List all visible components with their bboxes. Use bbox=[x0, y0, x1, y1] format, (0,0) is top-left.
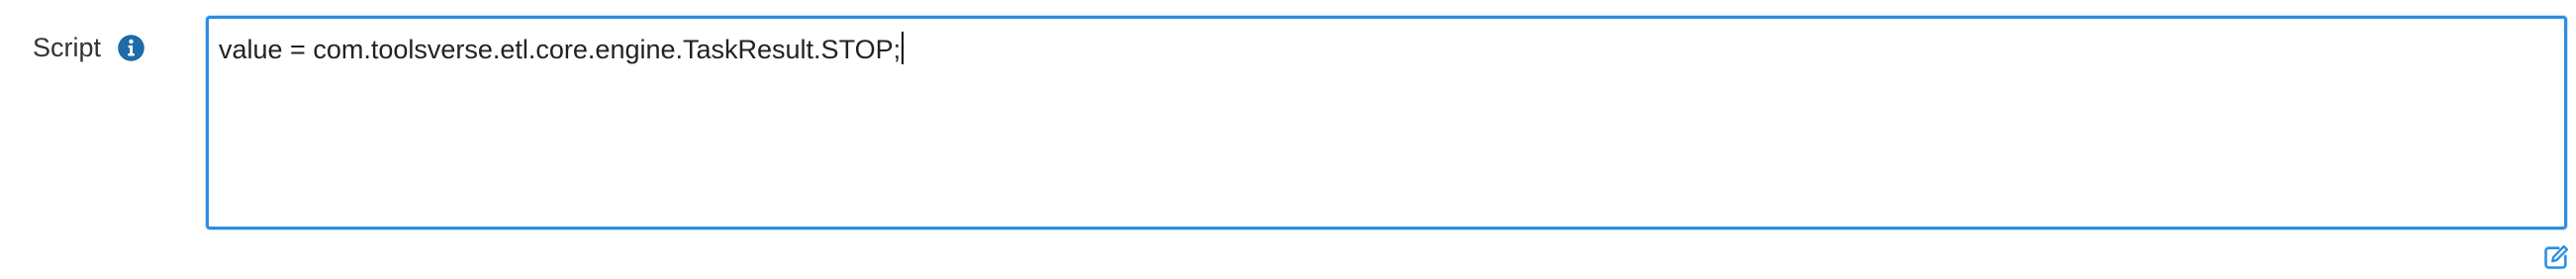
script-label: Script bbox=[33, 33, 102, 62]
script-value-text: value = com.toolsverse.etl.core.engine.T… bbox=[219, 35, 902, 64]
edit-icon[interactable] bbox=[2542, 243, 2570, 271]
info-icon[interactable] bbox=[117, 34, 145, 62]
script-textarea[interactable]: value = com.toolsverse.etl.core.engine.T… bbox=[206, 16, 2567, 230]
text-caret bbox=[902, 32, 905, 64]
script-field-row: Script value = com.toolsverse.etl.core.e… bbox=[0, 0, 2576, 279]
script-textarea-value: value = com.toolsverse.etl.core.engine.T… bbox=[219, 31, 905, 68]
script-label-group: Script bbox=[33, 26, 145, 69]
